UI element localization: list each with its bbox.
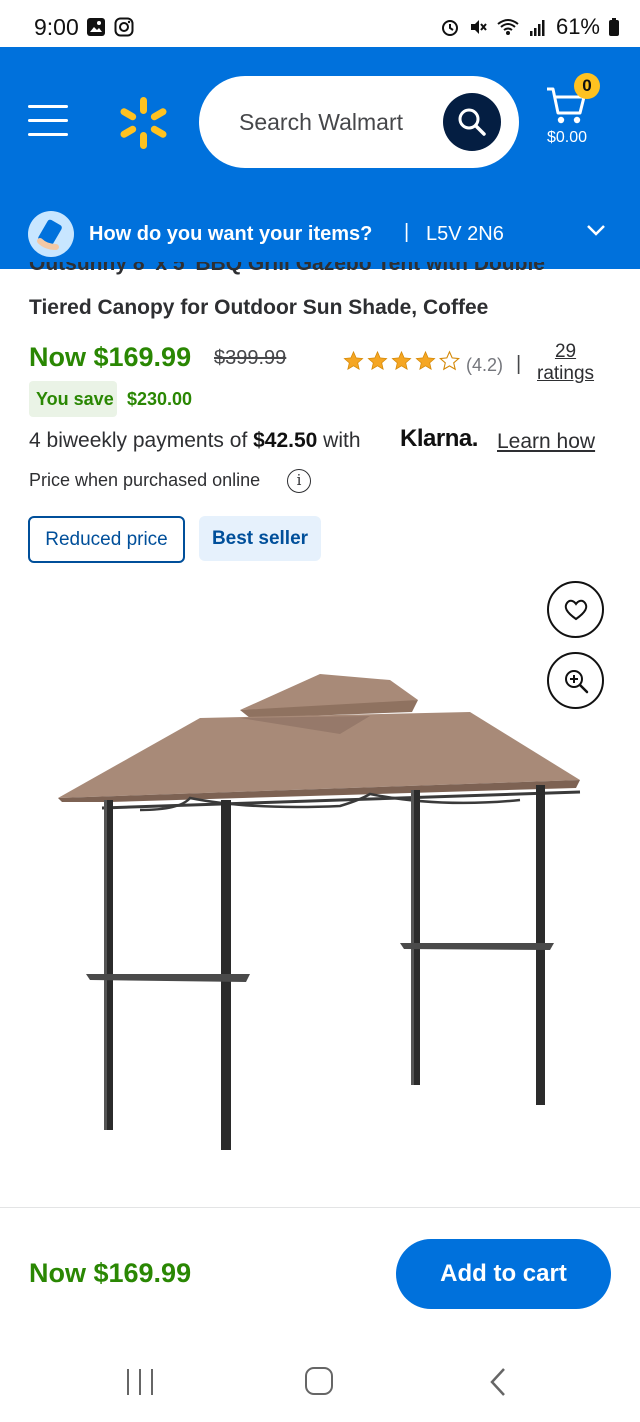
star-icon: [415, 350, 436, 371]
battery-icon: [609, 18, 619, 36]
mute-icon: [470, 20, 487, 34]
current-price: Now $169.99: [29, 342, 192, 372]
delivery-separator: |: [404, 221, 410, 243]
chevron-down-icon: [587, 225, 605, 236]
search-input[interactable]: [239, 104, 439, 140]
star-icon: [439, 350, 460, 371]
klarna-logo: Klarna.: [400, 425, 478, 452]
payments-prefix: 4 biweekly payments of: [29, 429, 254, 452]
star-icon: [391, 350, 412, 371]
learn-how-link[interactable]: Learn how: [497, 430, 595, 454]
original-price: $399.99: [214, 347, 287, 369]
info-icon[interactable]: i: [287, 469, 311, 493]
klarna-payments: 4 biweekly payments of $42.50 with: [29, 429, 361, 453]
battery-percent: 61%: [555, 14, 600, 39]
product-title-cut: Outsunny 8' x 5' BBQ Grill Gazebo Tent w…: [29, 262, 629, 284]
status-system-icons: 61%: [440, 14, 620, 40]
phone-delivery-icon: [28, 211, 74, 257]
walmart-spark-icon[interactable]: [115, 95, 171, 151]
best-seller-tag: Best seller: [199, 516, 321, 561]
status-bar: 9:00 61%: [0, 0, 640, 52]
payments-amount: $42.50: [253, 429, 318, 452]
bottom-price: Now $169.99: [29, 1258, 192, 1288]
site-header: 0 $0.00 How do you want your items? | L5…: [0, 47, 640, 269]
product-title-line2: Tiered Canopy for Outdoor Sun Shade, Cof…: [29, 296, 489, 319]
star-rating[interactable]: [342, 350, 461, 372]
menu-icon[interactable]: [28, 105, 72, 141]
product-image-gazebo[interactable]: [40, 660, 600, 1170]
star-icon: [367, 350, 388, 371]
back-icon[interactable]: [488, 1367, 508, 1397]
wifi-icon: [497, 19, 519, 35]
product-title-line1: Outsunny 8' x 5' BBQ Grill Gazebo Tent w…: [29, 262, 545, 275]
alarm-icon: [441, 20, 458, 36]
star-icon: [343, 350, 364, 371]
price-online-note: Price when purchased online: [29, 470, 261, 490]
cart-button[interactable]: 0 $0.00: [540, 73, 620, 153]
status-time: 9:00: [34, 14, 79, 40]
you-save-label: You save: [36, 389, 114, 409]
ratings-label: ratings: [537, 363, 595, 384]
instagram-icon: [114, 17, 134, 37]
search-bar: [199, 76, 519, 168]
rating-value: (4.2): [466, 355, 504, 375]
ratings-count-link[interactable]: 29 ratings: [537, 341, 594, 385]
home-button[interactable]: [305, 1367, 333, 1395]
search-icon: [458, 108, 486, 136]
search-button[interactable]: [443, 93, 501, 151]
ratings-count: 29: [554, 341, 577, 362]
you-save-amount: $230.00: [127, 389, 193, 409]
signal-icon: [529, 20, 545, 36]
cart-count-badge: 0: [574, 73, 600, 99]
gallery-icon: [87, 18, 105, 36]
cart-total: $0.00: [547, 129, 588, 146]
favorite-button[interactable]: [547, 581, 604, 638]
status-notification-icons: [86, 17, 134, 37]
delivery-selector[interactable]: How do you want your items? | L5V 2N6: [0, 207, 640, 263]
heart-icon: [564, 599, 587, 620]
payments-suffix: with: [317, 429, 361, 452]
reduced-price-tag: Reduced price: [28, 516, 185, 563]
recent-apps-button[interactable]: [127, 1369, 155, 1395]
rating-separator: |: [516, 353, 522, 375]
postal-code: L5V 2N6: [426, 223, 504, 245]
add-to-cart-button[interactable]: Add to cart: [396, 1239, 611, 1309]
bottom-purchase-bar: Now $169.99 Add to cart: [0, 1207, 640, 1339]
system-nav-bar: [0, 1339, 640, 1422]
delivery-question: How do you want your items?: [89, 223, 373, 245]
